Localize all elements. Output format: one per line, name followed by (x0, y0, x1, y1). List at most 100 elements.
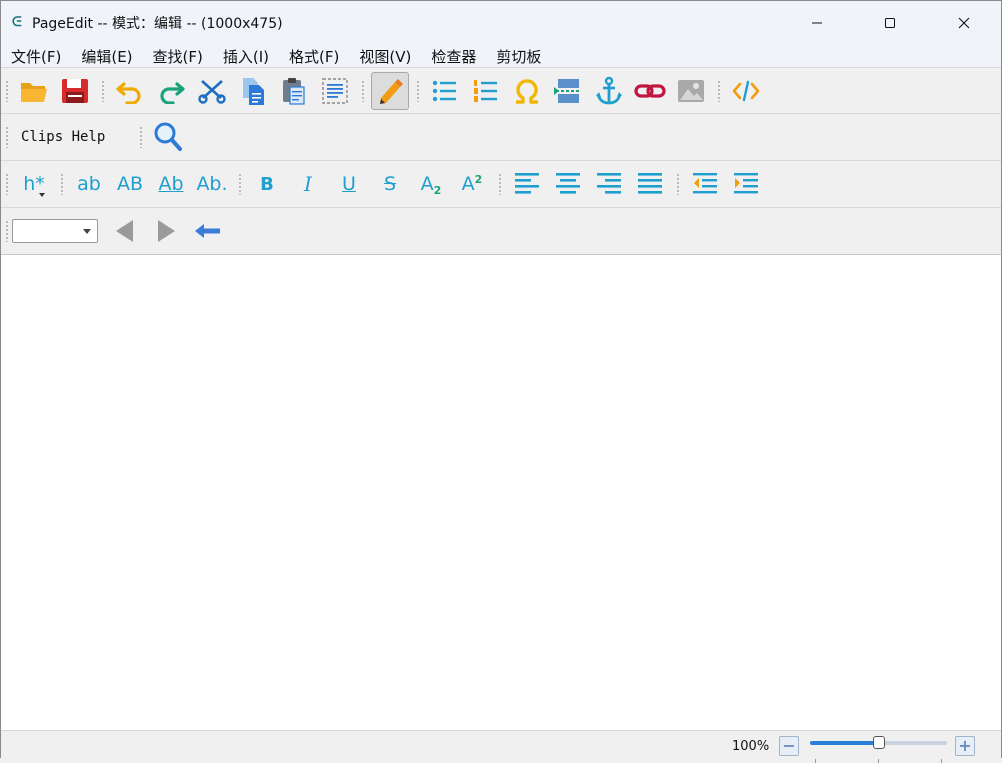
close-button[interactable] (927, 1, 1001, 45)
page-break-button[interactable] (549, 72, 587, 110)
open-button[interactable] (15, 72, 53, 110)
align-center-button[interactable] (549, 165, 587, 203)
increase-indent-button[interactable] (727, 165, 765, 203)
zoom-out-button[interactable]: − (779, 736, 799, 756)
sentencecase-label: Ab. (196, 173, 228, 195)
minimize-button[interactable] (780, 1, 854, 45)
zoom-slider[interactable] (810, 736, 947, 763)
menu-inspector[interactable]: 检查器 (421, 46, 486, 67)
toolbar-grip[interactable] (416, 79, 420, 102)
underline-button[interactable]: U (330, 165, 368, 203)
save-icon (62, 78, 88, 103)
chevron-down-icon (83, 229, 91, 234)
maximize-icon (885, 18, 895, 28)
file-selector-combobox[interactable] (12, 219, 98, 243)
folder-open-icon (21, 82, 47, 102)
special-character-button[interactable] (508, 72, 546, 110)
superscript-button[interactable]: A2 (453, 165, 491, 203)
menu-file[interactable]: 文件(F) (1, 46, 71, 67)
cut-icon (198, 79, 226, 104)
copy-button[interactable] (234, 72, 272, 110)
zoom-slider-fill (810, 741, 879, 745)
increase-indent-icon (734, 173, 758, 194)
main-toolbar (1, 67, 1001, 113)
previous-button[interactable] (106, 212, 144, 250)
undo-button[interactable] (111, 72, 149, 110)
menu-edit[interactable]: 编辑(E) (71, 46, 142, 67)
align-left-icon (515, 173, 539, 194)
italic-button[interactable]: I (289, 165, 327, 203)
toolbar-grip[interactable] (5, 126, 9, 148)
window-title: PageEdit -- 模式：编辑 -- (1000x475) (32, 16, 283, 32)
editor-area[interactable] (1, 254, 1001, 730)
bullet-list-button[interactable] (426, 72, 464, 110)
toolbar-grip[interactable] (361, 79, 365, 102)
bold-label: B (260, 173, 274, 195)
subscript-button[interactable]: A2 (412, 165, 450, 203)
zoom-in-button[interactable]: + (955, 736, 975, 756)
app-window: ᕮ PageEdit -- 模式：编辑 -- (1000x475) 文件(F) … (0, 0, 1002, 763)
lowercase-button[interactable]: ab (70, 165, 108, 203)
toolbar-grip[interactable] (5, 220, 9, 242)
zoom-tick (815, 759, 816, 763)
superscript-label: A (461, 173, 475, 195)
toolbar-grip[interactable] (60, 173, 64, 195)
clips-help-button[interactable]: Clips Help (21, 129, 105, 145)
titlecase-button[interactable]: Ab (152, 165, 190, 203)
code-view-button[interactable] (727, 72, 765, 110)
link-icon (634, 83, 666, 98)
align-justify-icon (638, 173, 662, 194)
heading-label: h* (23, 173, 45, 195)
code-view-icon (732, 80, 760, 101)
paste-icon (283, 77, 305, 105)
triangle-right-icon (158, 220, 175, 242)
menu-find[interactable]: 查找(F) (143, 46, 213, 67)
next-button[interactable] (147, 212, 185, 250)
decrease-indent-button[interactable] (686, 165, 724, 203)
zoom-slider-thumb[interactable] (872, 736, 885, 749)
toolbar-grip[interactable] (5, 173, 9, 195)
toolbar-grip[interactable] (101, 79, 105, 102)
undo-icon (116, 81, 141, 104)
menu-clipboard[interactable]: 剪切板 (486, 46, 551, 67)
toolbar-grip[interactable] (717, 79, 721, 102)
insert-link-button[interactable] (631, 72, 669, 110)
save-button[interactable] (56, 72, 94, 110)
numbered-list-button[interactable] (467, 72, 505, 110)
toolbar-grip[interactable] (498, 173, 502, 195)
toolbar-grip[interactable] (238, 173, 242, 195)
paste-button[interactable] (275, 72, 313, 110)
redo-button[interactable] (152, 72, 190, 110)
search-button[interactable] (149, 118, 187, 156)
menu-view[interactable]: 视图(V) (349, 46, 421, 67)
insert-image-button[interactable] (672, 72, 710, 110)
titlecase-label: Ab (158, 173, 184, 195)
anchor-button[interactable] (590, 72, 628, 110)
sentencecase-button[interactable]: Ab. (193, 165, 231, 203)
toolbar-grip[interactable] (139, 126, 144, 148)
toolbar-grip[interactable] (5, 79, 9, 102)
align-right-button[interactable] (590, 165, 628, 203)
italic-label: I (304, 172, 312, 196)
cut-button[interactable] (193, 72, 231, 110)
bold-button[interactable]: B (248, 165, 286, 203)
minus-icon: − (782, 736, 796, 755)
back-button[interactable] (188, 212, 226, 250)
align-left-button[interactable] (508, 165, 546, 203)
lowercase-label: ab (77, 173, 101, 195)
clips-toolbar: Clips Help (1, 113, 1001, 160)
app-icon: ᕮ (12, 15, 22, 30)
toolbar-grip[interactable] (676, 173, 680, 195)
strikethrough-button[interactable]: S (371, 165, 409, 203)
select-all-button[interactable] (316, 72, 354, 110)
decrease-indent-icon (693, 173, 717, 194)
align-justify-button[interactable] (631, 165, 669, 203)
menu-insert[interactable]: 插入(I) (213, 46, 279, 67)
maximize-button[interactable] (853, 1, 927, 45)
menu-format[interactable]: 格式(F) (279, 46, 349, 67)
uppercase-label: AB (116, 173, 144, 195)
subscript-mark: 2 (433, 183, 442, 197)
edit-mode-button[interactable] (371, 71, 409, 110)
heading-button[interactable]: h* (15, 165, 53, 203)
uppercase-button[interactable]: AB (111, 165, 149, 203)
